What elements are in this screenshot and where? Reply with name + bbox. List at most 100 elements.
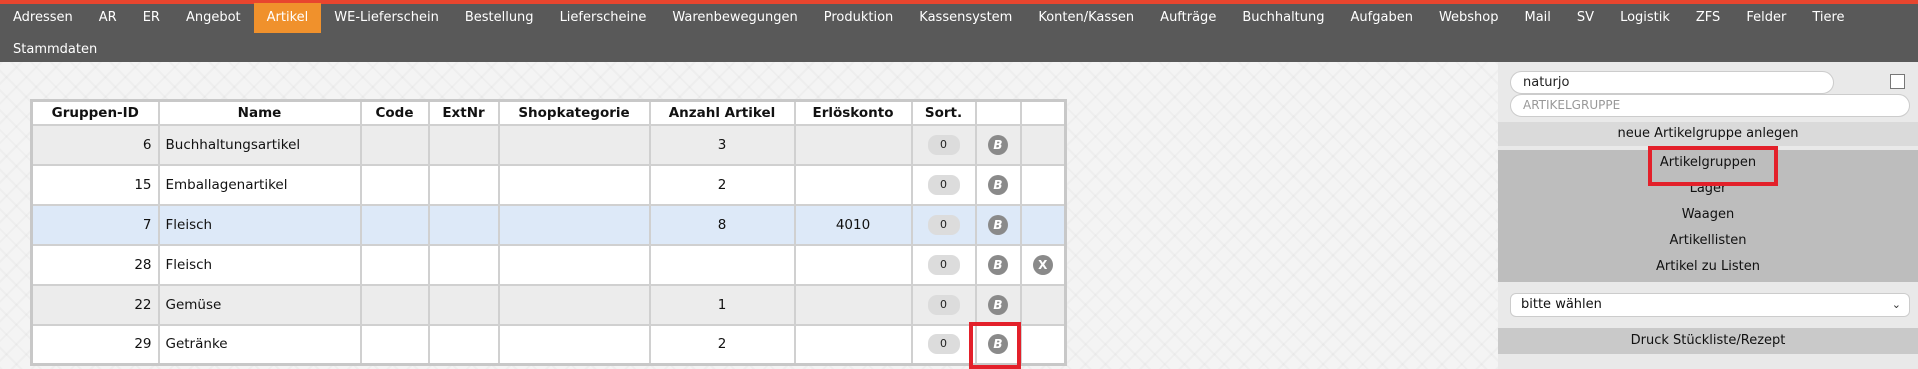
sort-value-badge[interactable]: 0 (927, 334, 960, 355)
cell-extnr (427, 203, 500, 246)
nav-item-mail[interactable]: Mail (1512, 3, 1564, 33)
table-row[interactable]: 6 Buchhaltungsartikel 3 0 B (30, 123, 1067, 166)
bold-b-icon[interactable]: B (988, 254, 1008, 275)
cell-shopkategorie (497, 123, 651, 166)
table-row[interactable]: 29 Getränke 2 0 B (30, 323, 1067, 366)
sort-value-badge[interactable]: 0 (927, 214, 960, 235)
nav-item-bestellung[interactable]: Bestellung (452, 3, 547, 33)
nav-row-2: Stammdaten (0, 36, 110, 64)
cell-shopkategorie (497, 203, 651, 246)
cell-count: 8 (648, 203, 796, 246)
table-row[interactable]: 7 Fleisch 8 4010 0 B (30, 203, 1067, 246)
artikelgruppe-input[interactable]: ARTIKELGRUPPE (1510, 94, 1910, 117)
cell-action-b: B (974, 243, 1022, 286)
cell-action-b: B (974, 123, 1022, 166)
cell-code (359, 323, 430, 366)
delete-x-icon[interactable]: X (1032, 254, 1053, 275)
nav-item-produktion[interactable]: Produktion (811, 3, 907, 33)
nav-item-we-lieferschein[interactable]: WE-Lieferschein (321, 3, 452, 33)
sort-value-badge[interactable]: 0 (927, 174, 960, 195)
search-input[interactable]: naturjo (1510, 71, 1834, 94)
bold-b-icon[interactable]: B (988, 334, 1008, 355)
sort-value-badge[interactable]: 0 (927, 254, 960, 275)
nav-item-auftraege[interactable]: Aufträge (1147, 3, 1229, 33)
sidebar-menu: Artikelgruppen Lager Waagen Artikelliste… (1498, 150, 1918, 282)
cell-shopkategorie (497, 283, 651, 326)
menu-item-artikellisten[interactable]: Artikellisten (1498, 230, 1918, 252)
article-groups-table: Gruppen-ID Name Code ExtNr Shopkategorie… (30, 99, 1067, 366)
nav-item-zfs[interactable]: ZFS (1683, 3, 1733, 33)
cell-konto (793, 123, 913, 166)
nav-item-kassensystem[interactable]: Kassensystem (906, 3, 1025, 33)
nav-item-felder[interactable]: Felder (1733, 3, 1799, 33)
nav-item-artikel[interactable]: Artikel (253, 3, 322, 33)
nav-item-warenbewegungen[interactable]: Warenbewegungen (659, 3, 810, 33)
nav-item-buchhaltung[interactable]: Buchhaltung (1229, 3, 1337, 33)
cell-sort: 0 (910, 283, 977, 326)
table-row[interactable]: 15 Emballagenartikel 2 0 B (30, 163, 1067, 206)
nav-item-lieferscheine[interactable]: Lieferscheine (547, 3, 660, 33)
bold-b-icon[interactable]: B (988, 214, 1008, 235)
sidebar-checkbox[interactable] (1890, 74, 1905, 89)
col-shopkategorie[interactable]: Shopkategorie (497, 99, 651, 126)
new-group-button[interactable]: neue Artikelgruppe anlegen (1498, 122, 1918, 146)
menu-item-artikel-zu-listen[interactable]: Artikel zu Listen (1498, 256, 1918, 278)
cell-code (359, 123, 430, 166)
cell-extnr (427, 123, 500, 166)
cell-shopkategorie (497, 323, 651, 366)
nav-row-1: Adressen AR ER Angebot Artikel WE-Liefer… (0, 3, 1858, 33)
cell-sort: 0 (910, 123, 977, 166)
nav-item-ar[interactable]: AR (86, 3, 130, 33)
menu-item-artikelgruppen[interactable]: Artikelgruppen (1498, 152, 1918, 174)
cell-sort: 0 (910, 163, 977, 206)
col-extnr[interactable]: ExtNr (427, 99, 500, 126)
cell-code (359, 203, 430, 246)
col-action-b (974, 99, 1022, 126)
bold-b-icon[interactable]: B (988, 294, 1008, 315)
bold-b-icon[interactable]: B (988, 174, 1008, 195)
cell-id: 22 (30, 283, 160, 326)
table-row[interactable]: 28 Fleisch 0 B X (30, 243, 1067, 286)
nav-item-angebot[interactable]: Angebot (173, 3, 254, 33)
col-erloeskonto[interactable]: Erlöskonto (793, 99, 913, 126)
col-anzahl-artikel[interactable]: Anzahl Artikel (648, 99, 796, 126)
cell-code (359, 283, 430, 326)
col-name[interactable]: Name (157, 99, 362, 126)
nav-item-webshop[interactable]: Webshop (1426, 3, 1512, 33)
druck-stueckliste-button[interactable]: Druck Stückliste/Rezept (1498, 328, 1918, 354)
sort-value-badge[interactable]: 0 (927, 134, 960, 155)
cell-konto (793, 283, 913, 326)
nav-item-stammdaten[interactable]: Stammdaten (0, 35, 110, 65)
nav-item-tiere[interactable]: Tiere (1799, 3, 1857, 33)
cell-id: 7 (30, 203, 160, 246)
cell-action-b: B (974, 323, 1022, 366)
main-navigation: Adressen AR ER Angebot Artikel WE-Liefer… (0, 3, 1918, 64)
cell-code (359, 163, 430, 206)
menu-item-waagen[interactable]: Waagen (1498, 204, 1918, 226)
cell-extnr (427, 283, 500, 326)
col-code[interactable]: Code (359, 99, 430, 126)
sort-value-badge[interactable]: 0 (927, 294, 960, 315)
nav-item-logistik[interactable]: Logistik (1607, 3, 1683, 33)
cell-action-x (1019, 163, 1067, 206)
bitte-waehlen-select[interactable]: bitte wählen ⌄ (1510, 293, 1910, 317)
nav-item-aufgaben[interactable]: Aufgaben (1338, 3, 1426, 33)
table-header-row: Gruppen-ID Name Code ExtNr Shopkategorie… (30, 99, 1067, 126)
col-action-x (1019, 99, 1067, 126)
cell-id: 6 (30, 123, 160, 166)
cell-shopkategorie (497, 243, 651, 286)
nav-item-sv[interactable]: SV (1564, 3, 1607, 33)
cell-count: 2 (648, 323, 796, 366)
table-row[interactable]: 22 Gemüse 1 0 B (30, 283, 1067, 326)
nav-item-er[interactable]: ER (130, 3, 173, 33)
cell-extnr (427, 163, 500, 206)
bold-b-icon[interactable]: B (988, 134, 1008, 155)
nav-item-adressen[interactable]: Adressen (0, 3, 86, 33)
col-gruppen-id[interactable]: Gruppen-ID (30, 99, 160, 126)
col-sort[interactable]: Sort. (910, 99, 977, 126)
cell-action-x (1019, 123, 1067, 166)
cell-name: Getränke (157, 323, 362, 366)
menu-item-lager[interactable]: Lager (1498, 178, 1918, 200)
cell-action-b: B (974, 283, 1022, 326)
nav-item-konten-kassen[interactable]: Konten/Kassen (1025, 3, 1147, 33)
